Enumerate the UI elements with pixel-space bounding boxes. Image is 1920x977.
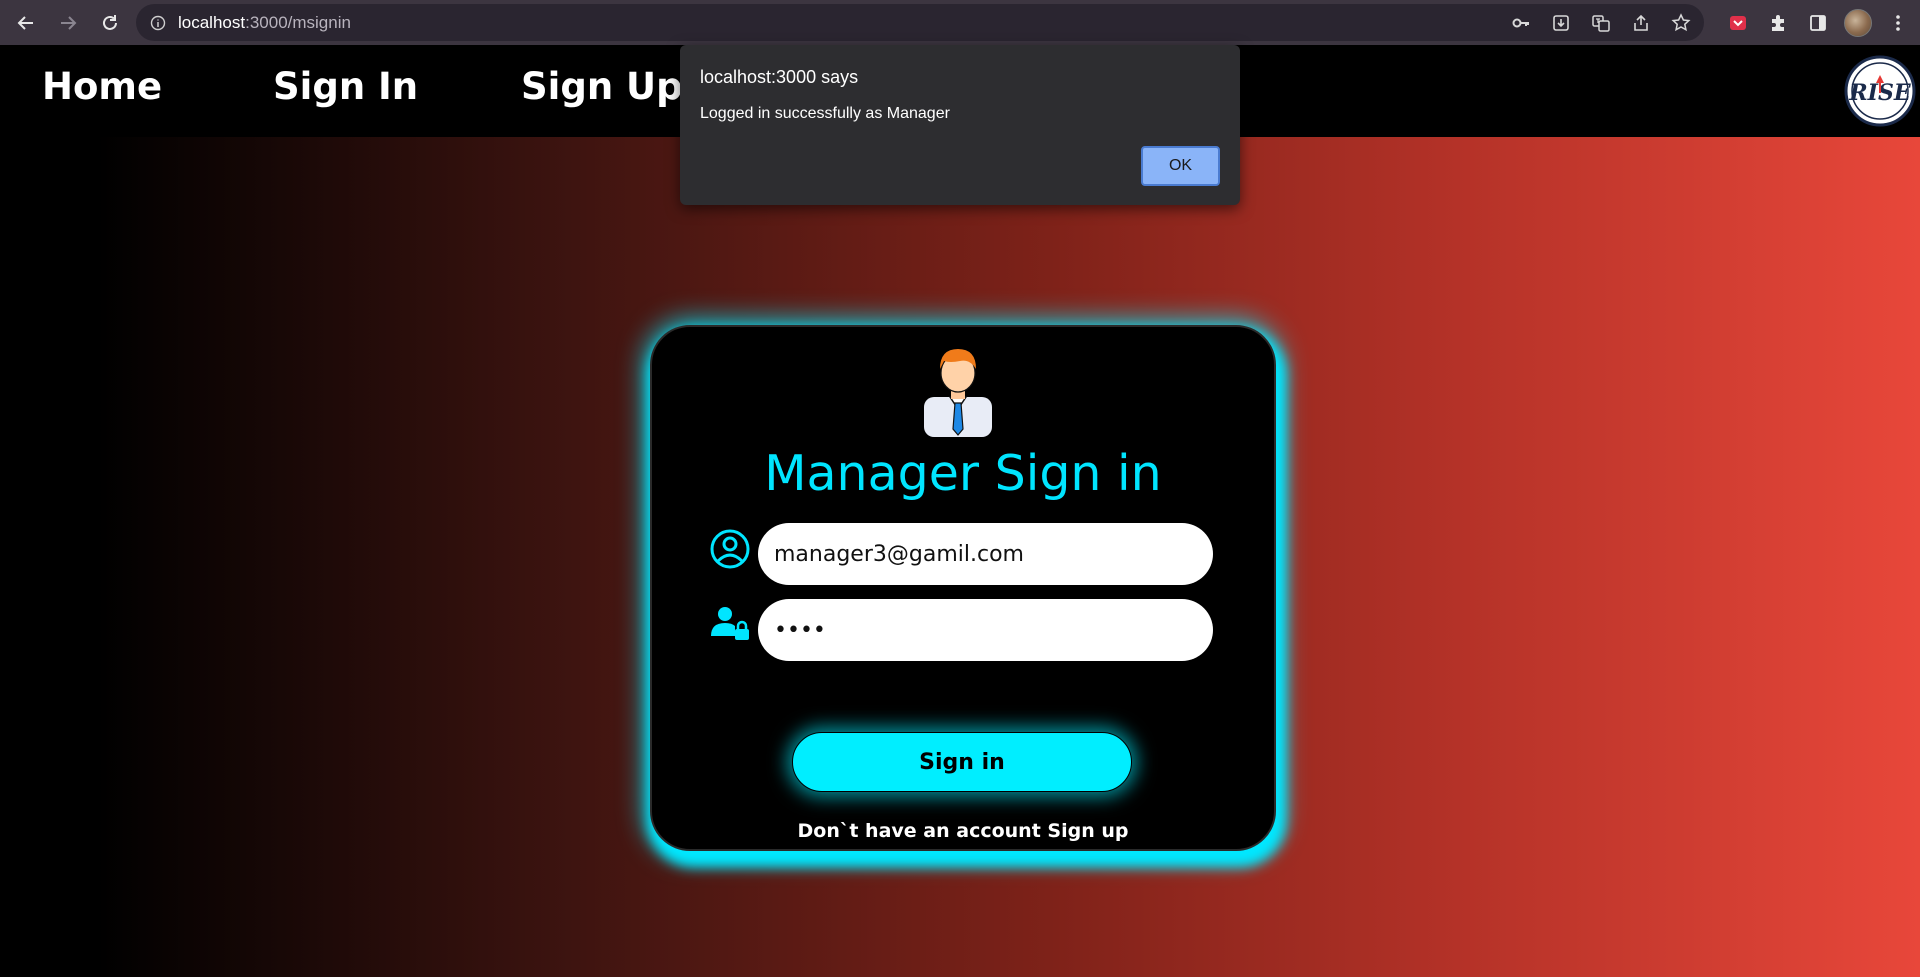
site-info-icon[interactable] (150, 15, 166, 31)
email-input[interactable] (758, 523, 1213, 585)
address-bar[interactable]: localhost:3000/msignin (136, 4, 1704, 41)
nav-home-link[interactable]: Home (42, 65, 162, 108)
install-app-icon[interactable] (1548, 10, 1574, 36)
browser-menu-icon[interactable] (1884, 9, 1912, 37)
nav-sign-up-link[interactable]: Sign Up (521, 65, 683, 108)
key-icon[interactable] (1508, 10, 1534, 36)
alert-dialog: localhost:3000 says Logged in successful… (680, 45, 1240, 205)
forward-icon[interactable] (52, 7, 84, 39)
password-input[interactable] (758, 599, 1213, 661)
back-icon[interactable] (10, 7, 42, 39)
reload-icon[interactable] (94, 7, 126, 39)
browser-toolbar: localhost:3000/msignin (0, 0, 1920, 45)
manager-avatar-icon (924, 349, 992, 437)
dialog-title: localhost:3000 says (700, 67, 859, 87)
extensions-puzzle-icon[interactable] (1764, 9, 1792, 37)
card-title: Manager Sign in (764, 445, 1162, 502)
translate-icon[interactable] (1588, 10, 1614, 36)
pocket-extension-icon[interactable] (1724, 9, 1752, 37)
side-panel-icon[interactable] (1804, 9, 1832, 37)
user-circle-icon (710, 529, 750, 569)
rise-logo[interactable]: RISE (1844, 55, 1916, 127)
url-host: localhost (178, 12, 246, 32)
sign-in-button[interactable]: Sign in (792, 732, 1132, 792)
user-lock-icon (711, 607, 749, 640)
nav-sign-in-link[interactable]: Sign In (273, 65, 418, 108)
dialog-ok-button[interactable]: OK (1141, 146, 1220, 186)
signup-prompt-row: Don`t have an account Sign up (652, 820, 1274, 842)
dialog-message: Logged in successfully as Manager (700, 105, 950, 122)
profile-avatar[interactable] (1844, 8, 1872, 37)
signup-link[interactable]: Sign up (1047, 820, 1128, 842)
manager-signin-card: Manager Sign in Sign in Don`t have an ac… (650, 325, 1276, 851)
share-icon[interactable] (1628, 10, 1654, 36)
signup-prompt-text: Don`t have an account (797, 820, 1041, 842)
bookmark-star-icon[interactable] (1668, 10, 1694, 36)
url-path: :3000/msignin (245, 12, 351, 32)
